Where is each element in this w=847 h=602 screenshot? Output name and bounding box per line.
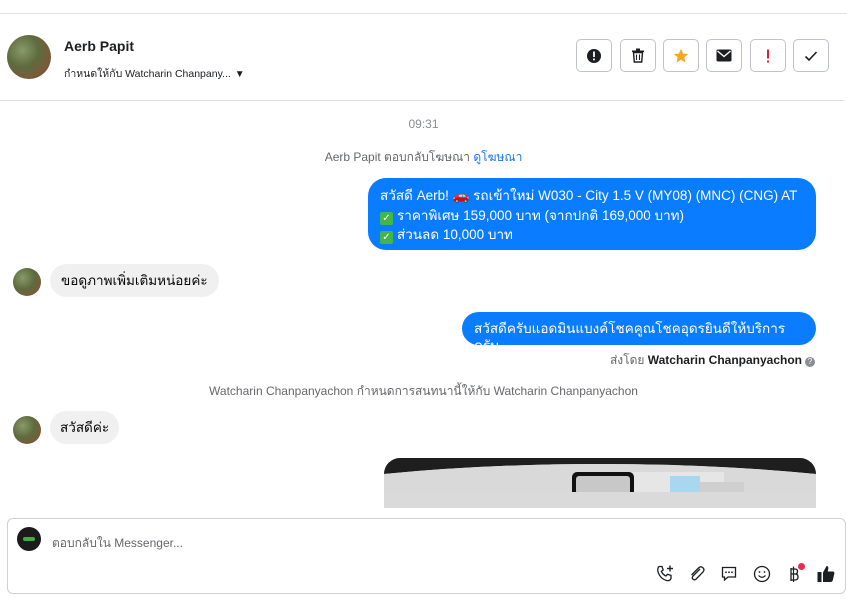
- outgoing-message-offer[interactable]: สวัสดี Aerb! 🚗 รถเข้าใหม่ W030 - City 1.…: [368, 178, 816, 250]
- view-ad-link[interactable]: ดูโฆษณา: [473, 150, 522, 164]
- sent-by-prefix: ส่งโดย: [609, 353, 648, 367]
- offer-line-2: ✓ ราคาพิเศษ 159,000 บาท (จากปกติ 169,000 …: [380, 206, 804, 226]
- notification-dot: [798, 563, 805, 570]
- delete-button[interactable]: [620, 39, 656, 72]
- alert-circle-icon: [587, 48, 601, 63]
- spam-button[interactable]: [576, 39, 612, 72]
- emoji-button[interactable]: [751, 563, 773, 585]
- contact-avatar[interactable]: [7, 35, 51, 79]
- saved-replies-button[interactable]: [718, 563, 740, 585]
- assignment-notice: Watcharin Chanpanyachon กำหนดการสนทนานี้…: [209, 384, 638, 398]
- trash-icon: [632, 48, 644, 63]
- help-icon[interactable]: ?: [805, 357, 815, 367]
- offer-line-3: ✓ ส่วนลด 10,000 บาท: [380, 225, 804, 245]
- sent-by-label: ส่งโดย Watcharin Chanpanyachon?: [610, 351, 815, 370]
- checkmark-icon: [804, 50, 818, 61]
- star-icon: [673, 48, 689, 62]
- message-timestamp: 09:31: [408, 117, 439, 131]
- thumbs-up-icon: [817, 566, 835, 582]
- contact-avatar-small[interactable]: [13, 268, 41, 296]
- conversation-header: Aerb Papit กำหนดให้กับ Watcharin Chanpan…: [0, 14, 847, 101]
- important-button[interactable]: [750, 39, 786, 72]
- outgoing-message-greeting[interactable]: สวัสดีครับแอดมินแบงค์โชคคูณโชคอุดรยินดีใ…: [462, 312, 816, 353]
- star-button[interactable]: [663, 39, 699, 72]
- contact-avatar-small[interactable]: [13, 416, 41, 444]
- ad-reply-text: Aerb Papit ตอบกลับโฆษณา: [324, 150, 474, 164]
- offer-line-1: สวัสดี Aerb! 🚗 รถเข้าใหม่ W030 - City 1.…: [380, 188, 798, 203]
- message-input[interactable]: ตอบกลับใน Messenger...: [52, 534, 183, 553]
- done-button[interactable]: [793, 39, 829, 72]
- message-composer: ตอบกลับใน Messenger...: [7, 518, 846, 594]
- ad-reply-notice: Aerb Papit ตอบกลับโฆษณา ดูโฆษณา: [0, 148, 847, 167]
- paperclip-icon: [691, 566, 705, 581]
- assignee-label: กำหนดให้กับ Watcharin Chanpany...: [64, 68, 231, 80]
- contact-name[interactable]: Aerb Papit: [64, 38, 134, 54]
- photo-attachment[interactable]: [384, 458, 816, 508]
- envelope-icon: [716, 49, 732, 62]
- mark-unread-button[interactable]: [706, 39, 742, 72]
- incoming-message[interactable]: ขอดูภาพเพิ่มเติมหน่อยค่ะ: [50, 264, 219, 297]
- check-mark-icon: ✓: [380, 211, 393, 225]
- sent-by-name: Watcharin Chanpanyachon: [647, 353, 802, 367]
- car-interior-image: [384, 458, 816, 508]
- assignee-dropdown[interactable]: กำหนดให้กับ Watcharin Chanpany... ▼: [64, 65, 245, 82]
- smiley-icon: [753, 565, 771, 583]
- check-mark-icon: ✓: [380, 231, 393, 244]
- incoming-message[interactable]: สวัสดีค่ะ: [50, 411, 120, 444]
- page-avatar: [17, 527, 41, 551]
- chat-bubble-icon: [721, 566, 737, 582]
- chevron-down-icon: ▼: [234, 69, 245, 80]
- attach-button[interactable]: [686, 563, 708, 585]
- exclamation-icon: [767, 49, 769, 62]
- like-button[interactable]: [815, 563, 837, 585]
- phone-plus-icon: [657, 565, 673, 582]
- payment-button[interactable]: [783, 563, 805, 585]
- offer-line-3-text: ส่วนลด 10,000 บาท: [397, 227, 513, 242]
- offer-line-2-text: ราคาพิเศษ 159,000 บาท (จากปกติ 169,000 บ…: [397, 207, 685, 223]
- add-call-button[interactable]: [654, 563, 676, 585]
